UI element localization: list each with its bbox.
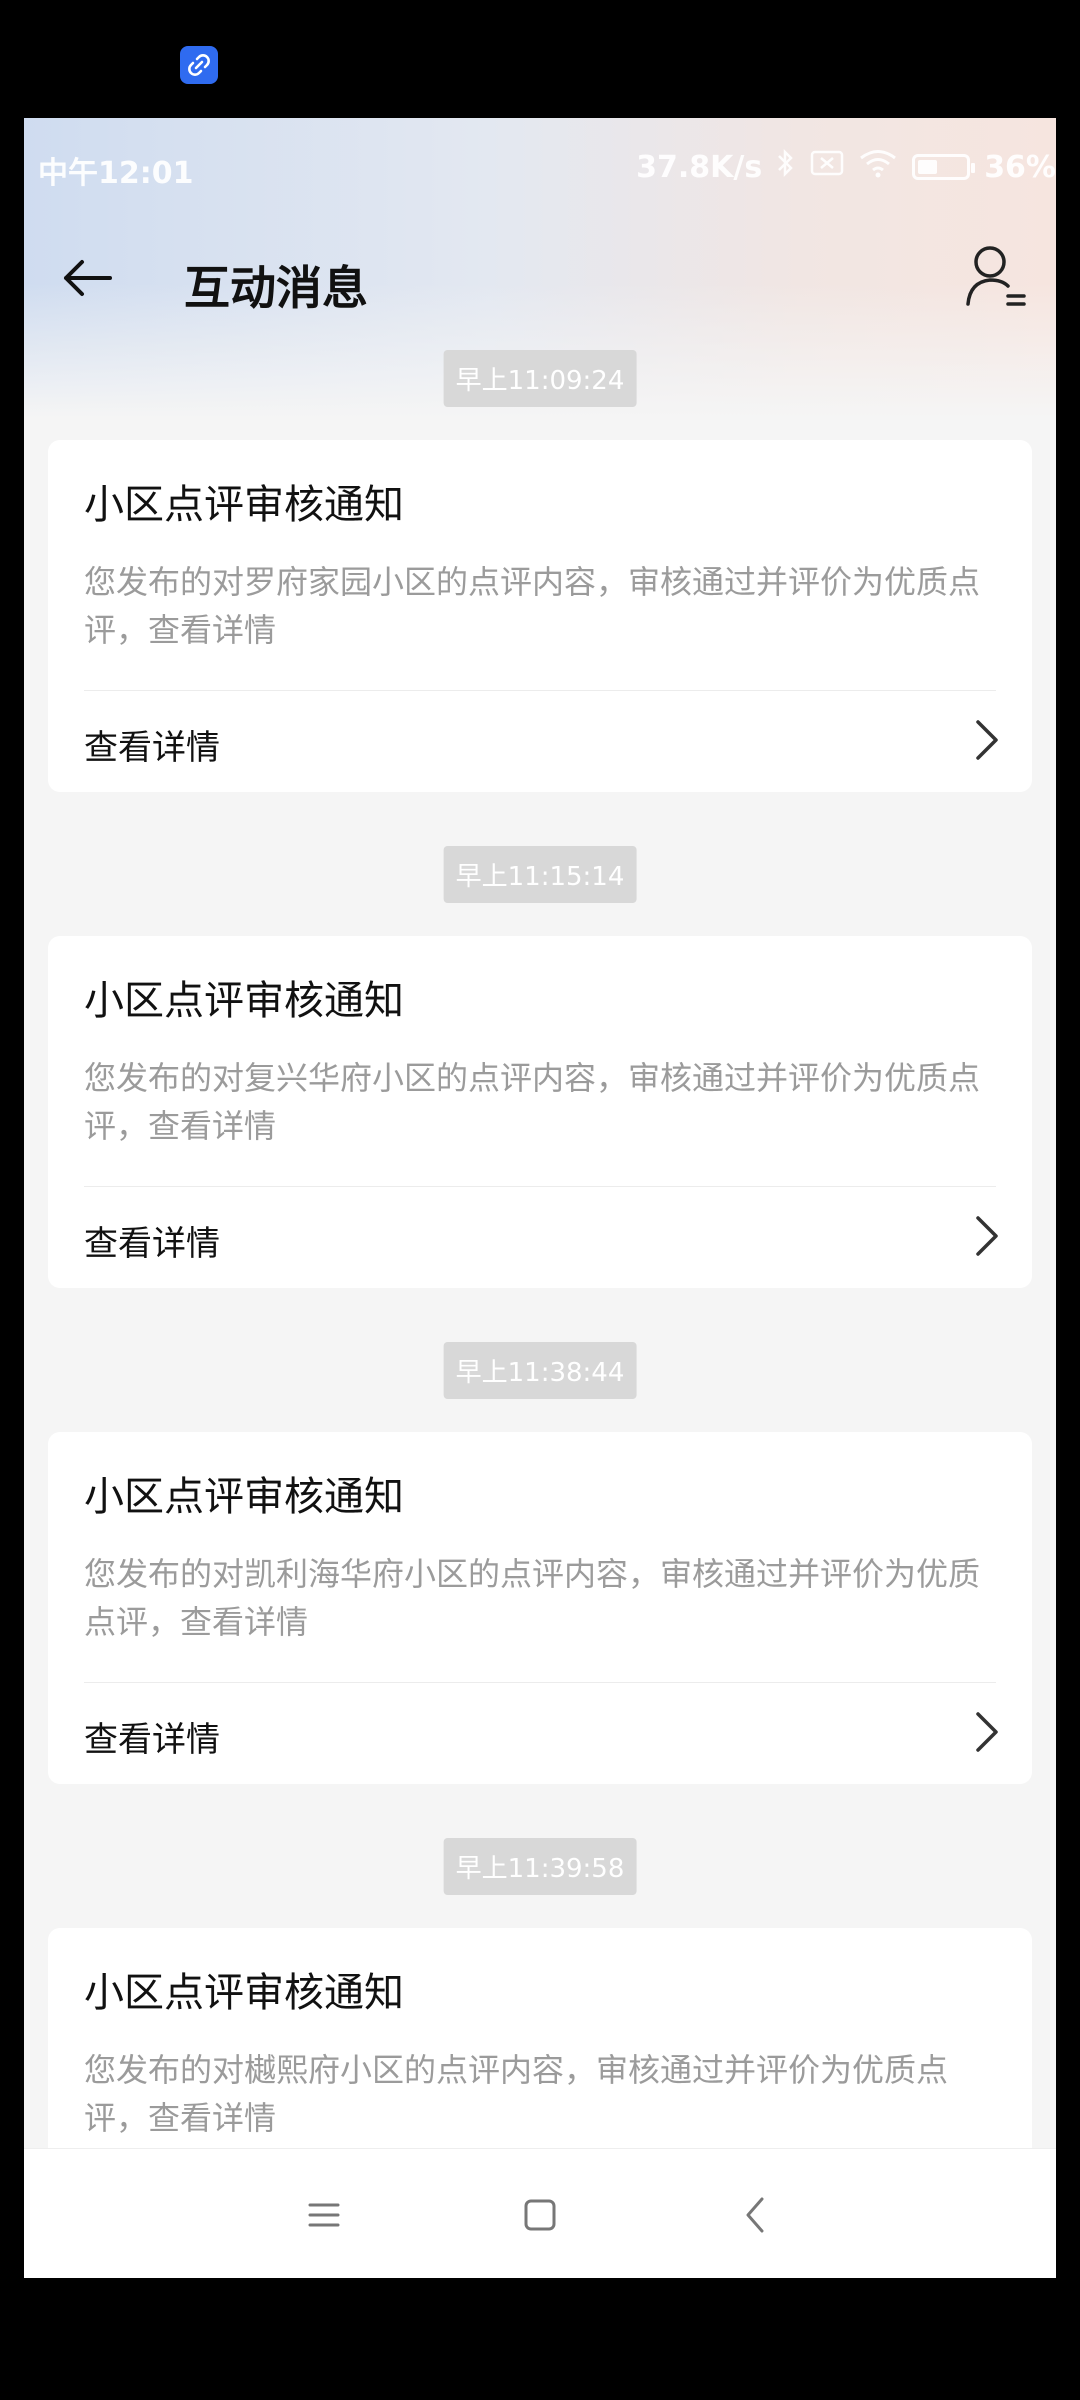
view-details-label: 查看详情 <box>84 1224 220 1264</box>
message-timestamp: 早上11:39:58 <box>443 1838 637 1895</box>
status-right: 37.8K/s 36% <box>636 148 1056 186</box>
status-bar: 中午12:01 37.8K/s 36% <box>24 138 1056 198</box>
user-menu-icon[interactable] <box>962 240 1032 316</box>
chevron-right-icon <box>972 1214 1002 1258</box>
back-chevron-icon[interactable] <box>728 2187 784 2243</box>
message-card: 小区点评审核通知 您发布的对复兴华府小区的点评内容，审核通过并评价为优质点评，查… <box>48 936 1032 1288</box>
message-timestamp: 早上11:38:44 <box>443 1342 637 1399</box>
battery-icon <box>912 154 976 180</box>
home-square-icon[interactable] <box>512 2187 568 2243</box>
view-details-row[interactable]: 查看详情 <box>48 1684 1032 1784</box>
view-details-row[interactable]: 查看详情 <box>48 692 1032 792</box>
message-body: 您发布的对凯利海华府小区的点评内容，审核通过并评价为优质点评，查看详情 <box>84 1555 981 1641</box>
bluetooth-icon <box>776 148 796 186</box>
system-nav-bar <box>24 2148 1056 2278</box>
view-details-label: 查看详情 <box>84 728 220 768</box>
device-top-bar <box>0 0 1080 118</box>
message-timestamp: 早上11:09:24 <box>443 350 637 407</box>
card-divider <box>84 1682 996 1683</box>
status-net-speed: 37.8K/s <box>636 149 763 185</box>
status-time: 中午12:01 <box>38 156 194 191</box>
menu-icon[interactable] <box>296 2187 352 2243</box>
sim-icon <box>810 149 844 185</box>
app-screen: 中午12:01 37.8K/s 36% 互动消息 早上11:09:24 小区点评… <box>24 118 1056 2278</box>
device-frame: 中午12:01 37.8K/s 36% 互动消息 早上11:09:24 小区点评… <box>0 0 1080 2400</box>
message-timestamp: 早上11:15:14 <box>443 846 637 903</box>
message-body: 您发布的对樾熙府小区的点评内容，审核通过并评价为优质点评，查看详情 <box>84 2051 949 2137</box>
message-body: 您发布的对罗府家园小区的点评内容，审核通过并评价为优质点评，查看详情 <box>84 563 981 649</box>
link-icon[interactable] <box>180 46 218 84</box>
message-card: 小区点评审核通知 您发布的对凯利海华府小区的点评内容，审核通过并评价为优质点评，… <box>48 1432 1032 1784</box>
message-title: 小区点评审核通知 <box>84 978 404 1024</box>
wifi-icon <box>858 148 898 186</box>
message-title: 小区点评审核通知 <box>84 482 404 528</box>
page-title: 互动消息 <box>184 261 368 315</box>
card-divider <box>84 690 996 691</box>
chevron-right-icon <box>972 718 1002 762</box>
status-battery: 36% <box>984 149 1056 185</box>
message-card: 小区点评审核通知 您发布的对罗府家园小区的点评内容，审核通过并评价为优质点评，查… <box>48 440 1032 792</box>
view-details-row[interactable]: 查看详情 <box>48 1188 1032 1288</box>
message-title: 小区点评审核通知 <box>84 1474 404 1520</box>
view-details-label: 查看详情 <box>84 1720 220 1760</box>
device-bottom-bar <box>0 2278 1080 2400</box>
arrow-left-icon[interactable] <box>58 248 118 308</box>
page-header: 互动消息 <box>24 218 1056 338</box>
message-title: 小区点评审核通知 <box>84 1970 404 2016</box>
chevron-right-icon <box>972 1710 1002 1754</box>
message-body: 您发布的对复兴华府小区的点评内容，审核通过并评价为优质点评，查看详情 <box>84 1059 981 1145</box>
card-divider <box>84 1186 996 1187</box>
